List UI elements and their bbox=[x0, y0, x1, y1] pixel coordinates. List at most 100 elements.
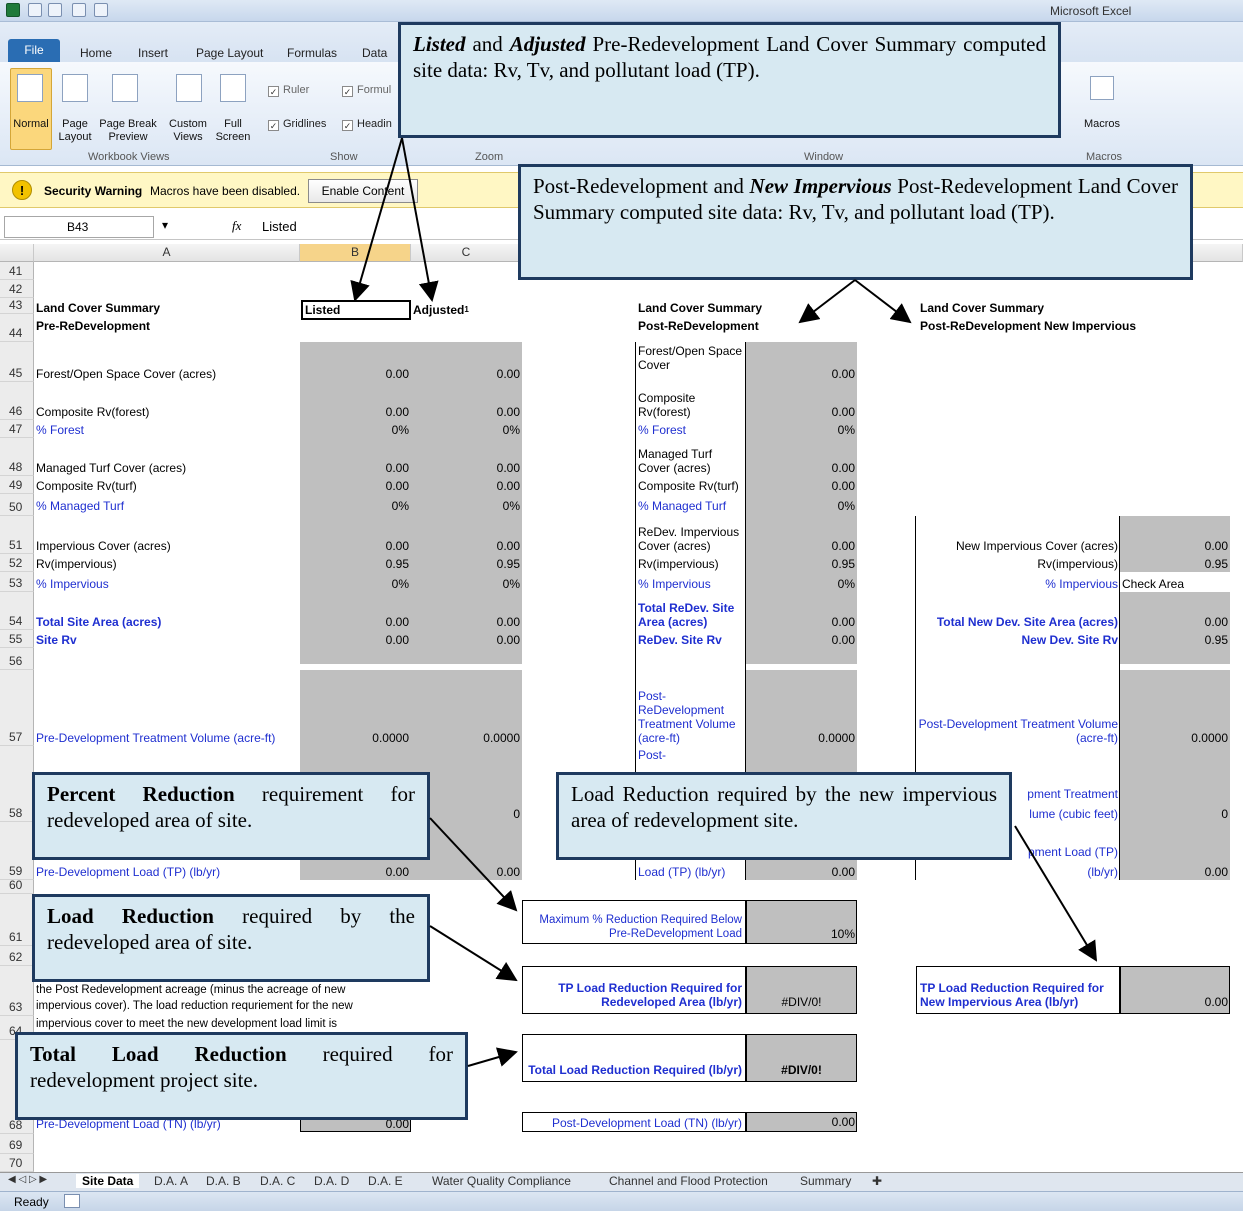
pre-b-turf[interactable]: 0.00 bbox=[300, 456, 411, 476]
newimp-imp[interactable]: 0.00 bbox=[1120, 534, 1230, 554]
post-load-tp[interactable]: 0.00 bbox=[746, 860, 857, 880]
col-header-b[interactable]: B bbox=[300, 244, 411, 262]
row-44[interactable]: 44 bbox=[0, 314, 34, 342]
pre-c-imp[interactable]: 0.00 bbox=[411, 534, 522, 554]
pre-b-pct-forest[interactable]: 0% bbox=[300, 420, 411, 438]
row-53[interactable]: 53 bbox=[0, 572, 34, 592]
pre-c-rv-imp[interactable]: 0.95 bbox=[411, 554, 522, 572]
post-turf[interactable]: 0.00 bbox=[746, 456, 857, 476]
newimp-load-tp-b[interactable]: (lb/yr) bbox=[916, 860, 1120, 880]
pre-pct-forest-label[interactable]: % Forest bbox=[34, 420, 300, 438]
save-icon[interactable] bbox=[28, 3, 42, 17]
macros-icon[interactable] bbox=[1090, 76, 1114, 100]
row-41[interactable]: 41 bbox=[0, 262, 34, 280]
sheet-tab-site-data[interactable]: Site Data bbox=[76, 1174, 140, 1188]
post-pct-forest[interactable]: 0% bbox=[746, 420, 857, 438]
name-box-dropdown-icon[interactable]: ▾ bbox=[162, 218, 168, 232]
pre-subheader[interactable]: Pre-ReDevelopment bbox=[34, 316, 300, 334]
row-62[interactable]: 62 bbox=[0, 946, 34, 966]
row-50[interactable]: 50 bbox=[0, 494, 34, 516]
pre-c-tv[interactable]: 0.0000 bbox=[411, 726, 522, 746]
post-rv-turf-label[interactable]: Composite Rv(turf) bbox=[636, 476, 746, 494]
post-total-label[interactable]: Total ReDev. Site Area (acres) bbox=[636, 594, 746, 630]
pre-total-label[interactable]: Total Site Area (acres) bbox=[34, 610, 300, 630]
newimp-tv-cf[interactable]: 0 bbox=[1120, 802, 1230, 822]
pre-b-rv-forest[interactable]: 0.00 bbox=[300, 400, 411, 420]
corner-select-all[interactable] bbox=[0, 244, 34, 262]
row-61[interactable]: 61 bbox=[0, 894, 34, 946]
max-red-value[interactable]: 10% bbox=[746, 922, 857, 942]
post-site-rv[interactable]: 0.00 bbox=[746, 630, 857, 648]
row-45[interactable]: 45 bbox=[0, 342, 34, 382]
newimp-total[interactable]: 0.00 bbox=[1120, 610, 1230, 630]
newimp-imp-label[interactable]: New Impervious Cover (acres) bbox=[916, 534, 1120, 554]
newimp-rv-imp[interactable]: 0.95 bbox=[1120, 554, 1230, 572]
new-sheet-icon[interactable]: ✚ bbox=[872, 1174, 882, 1188]
sheet-nav-icons[interactable]: ◀ ◁ ▷ ▶ bbox=[8, 1174, 47, 1185]
enable-content-button[interactable]: Enable Content bbox=[308, 179, 418, 203]
listed-cell-selected[interactable]: Listed bbox=[301, 300, 411, 320]
post-pct-turf[interactable]: 0% bbox=[746, 494, 857, 514]
tab-data[interactable]: Data bbox=[362, 46, 387, 60]
row-56[interactable]: 56 bbox=[0, 648, 34, 670]
col-header-c[interactable]: C bbox=[411, 244, 522, 262]
sheet-tab-da-c[interactable]: D.A. C bbox=[260, 1174, 295, 1188]
tab-insert[interactable]: Insert bbox=[138, 46, 168, 60]
pre-c-rv-turf[interactable]: 0.00 bbox=[411, 476, 522, 494]
tab-page-layout[interactable]: Page Layout bbox=[196, 46, 263, 60]
row-42[interactable]: 42 bbox=[0, 280, 34, 298]
pre-b-pct-turf[interactable]: 0% bbox=[300, 494, 411, 514]
row-43[interactable]: 43 bbox=[0, 298, 34, 314]
post-rv-turf[interactable]: 0.00 bbox=[746, 476, 857, 494]
row-59[interactable]: 59 bbox=[0, 822, 34, 880]
macros-button[interactable]: Macros bbox=[1078, 118, 1126, 131]
pre-b-forest[interactable]: 0.00 bbox=[300, 362, 411, 382]
post-rv-forest-label[interactable]: Composite Rv(forest) bbox=[636, 384, 746, 420]
undo-icon[interactable] bbox=[48, 3, 62, 17]
post-pct-imp[interactable]: 0% bbox=[746, 572, 857, 592]
page-layout-label[interactable]: Page Layout bbox=[52, 118, 98, 144]
post-total[interactable]: 0.00 bbox=[746, 610, 857, 630]
custom-views-icon[interactable] bbox=[176, 74, 202, 102]
newimp-rv-imp-label[interactable]: Rv(impervious) bbox=[916, 554, 1120, 572]
post-rv-forest[interactable]: 0.00 bbox=[746, 400, 857, 420]
sheet-tab-water-quality[interactable]: Water Quality Compliance bbox=[432, 1174, 571, 1188]
macro-record-icon[interactable] bbox=[64, 1194, 80, 1208]
post-pct-turf-label[interactable]: % Managed Turf bbox=[636, 494, 746, 514]
pre-turf-label[interactable]: Managed Turf Cover (acres) bbox=[34, 456, 300, 476]
pre-pct-turf-label[interactable]: % Managed Turf bbox=[34, 494, 300, 514]
post-tn-label[interactable]: Post-Development Load (TN) (lb/yr) bbox=[524, 1113, 744, 1131]
post-turf-label[interactable]: Managed Turf Cover (acres) bbox=[636, 440, 746, 476]
post-rv-imp[interactable]: 0.95 bbox=[746, 554, 857, 572]
full-screen-icon[interactable] bbox=[220, 74, 246, 102]
pre-c-pct-imp[interactable]: 0% bbox=[411, 572, 522, 592]
max-red-label[interactable]: Maximum % Reduction Required Below Pre-R… bbox=[524, 904, 744, 942]
pre-header[interactable]: Land Cover Summary bbox=[34, 298, 300, 316]
post-subheader[interactable]: Post-ReDevelopment bbox=[636, 316, 857, 334]
pre-c-site-rv[interactable]: 0.00 bbox=[411, 630, 522, 648]
post-load-tp-label[interactable]: Load (TP) (lb/yr) bbox=[636, 860, 746, 880]
row-54[interactable]: 54 bbox=[0, 592, 34, 630]
pre-note-line3[interactable]: impervious cover to meet the new develop… bbox=[34, 1016, 414, 1032]
pre-b-pct-imp[interactable]: 0% bbox=[300, 572, 411, 592]
tab-home[interactable]: Home bbox=[80, 46, 112, 60]
pre-pct-imp-label[interactable]: % Impervious bbox=[34, 572, 300, 592]
pre-b-rv-turf[interactable]: 0.00 bbox=[300, 476, 411, 494]
newimp-load-tp[interactable]: 0.00 bbox=[1120, 860, 1230, 880]
tp-red-value[interactable]: #DIV/0! bbox=[746, 988, 857, 1010]
formula-checkbox[interactable]: ✓ Formul bbox=[342, 84, 391, 97]
newimp-tv[interactable]: 0.0000 bbox=[1120, 726, 1230, 746]
newimp-pct-imp-label[interactable]: % Impervious bbox=[916, 572, 1120, 592]
row-47[interactable]: 47 bbox=[0, 420, 34, 438]
full-screen-label[interactable]: Full Screen bbox=[210, 118, 256, 144]
tab-formulas[interactable]: Formulas bbox=[287, 46, 337, 60]
newimp-check-area[interactable]: Check Area bbox=[1120, 572, 1230, 592]
pre-load-tp-label[interactable]: Pre-Development Load (TP) (lb/yr) bbox=[34, 860, 300, 880]
sheet-tab-da-e[interactable]: D.A. E bbox=[368, 1174, 403, 1188]
post-forest[interactable]: 0.00 bbox=[746, 362, 857, 382]
gridlines-checkbox[interactable]: ✓ Gridlines bbox=[268, 118, 326, 131]
newimp-tv-label[interactable]: Post-Development Treatment Volume (acre-… bbox=[916, 708, 1120, 746]
sheet-tab-channel-flood[interactable]: Channel and Flood Protection bbox=[609, 1174, 768, 1188]
name-box[interactable]: B43 bbox=[4, 216, 154, 238]
tab-file[interactable]: File bbox=[8, 39, 60, 62]
